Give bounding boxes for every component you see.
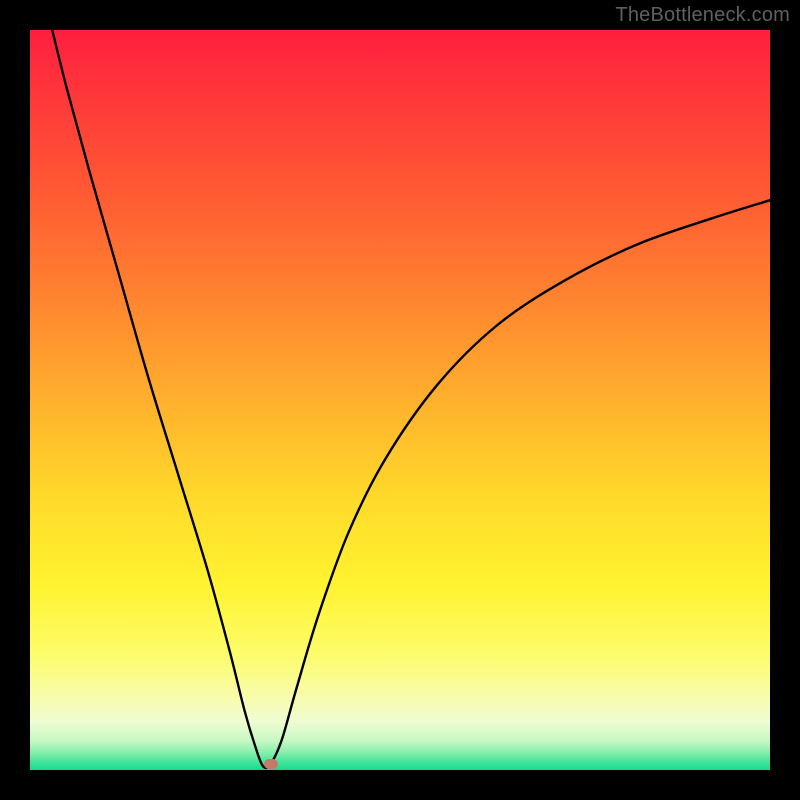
bottleneck-curve xyxy=(30,30,770,770)
chart-frame: TheBottleneck.com xyxy=(0,0,800,800)
optimal-point-marker xyxy=(264,759,278,769)
plot-area xyxy=(30,30,770,770)
watermark-label: TheBottleneck.com xyxy=(615,4,790,27)
